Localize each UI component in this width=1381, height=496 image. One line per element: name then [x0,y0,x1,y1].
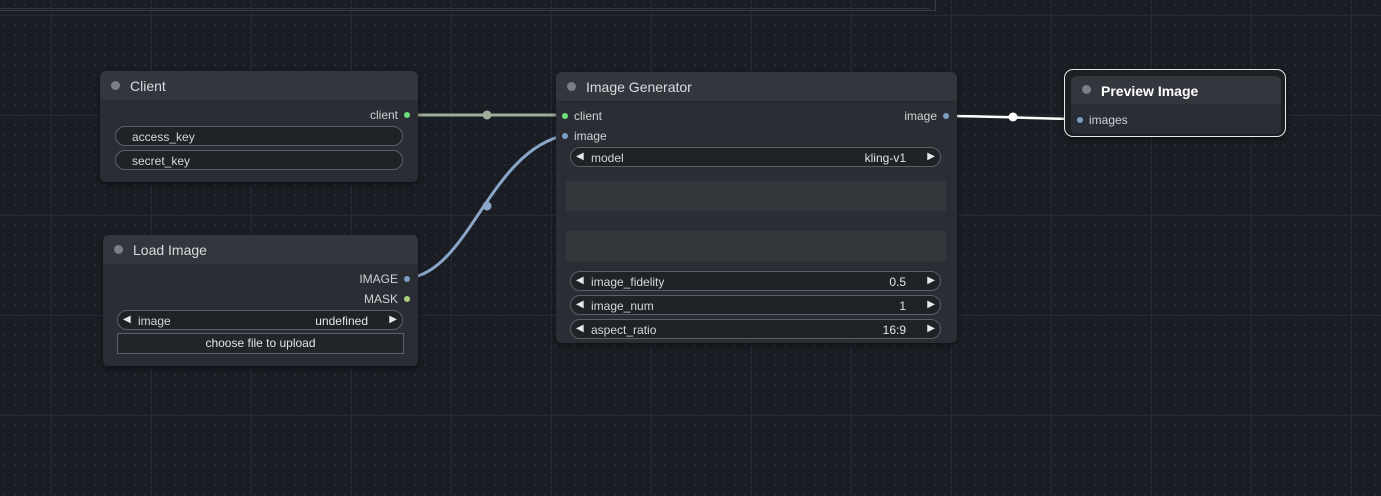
slot-dot-icon[interactable] [1077,117,1083,123]
access-key-field[interactable]: access_key [115,126,403,146]
image-generator-node[interactable]: Image Generator client image image ◀ mod… [556,72,957,343]
slot-label: client [369,108,398,122]
input-slot-image[interactable]: image [562,129,607,143]
node-title-text: Image Generator [586,79,692,95]
widget-value: kling-v1 [864,151,906,165]
collapse-dot-icon[interactable] [567,82,576,91]
slot-label: image [904,109,937,123]
preview-node-body: Preview Image images [1071,76,1281,134]
client-node-title[interactable]: Client [100,71,418,101]
arrow-right-icon[interactable]: ▶ [927,275,935,286]
widget-value: undefined [315,314,368,328]
link-image-midpoint[interactable] [482,201,492,211]
widget-label: aspect_ratio [591,323,657,337]
output-slot-client[interactable]: client [370,108,410,122]
image-num-stepper[interactable]: ◀ image_num 1 ▶ [570,295,941,315]
widget-label: image_fidelity [591,275,665,289]
collapse-dot-icon[interactable] [111,81,120,90]
arrow-right-icon[interactable]: ▶ [927,299,935,310]
slot-dot-icon[interactable] [562,113,568,119]
input-slot-client[interactable]: client [562,109,602,123]
widget-label: image [138,314,171,328]
widget-value: 1 [899,299,906,313]
widget-label: model [591,151,624,165]
output-slot-mask[interactable]: MASK [364,292,410,306]
choose-file-button[interactable]: choose file to upload [117,333,404,354]
empty-widget-area-2[interactable] [566,231,946,261]
slot-dot-icon[interactable] [562,133,568,139]
aspect-ratio-combo[interactable]: ◀ aspect_ratio 16:9 ▶ [570,319,941,339]
slot-dot-icon[interactable] [404,276,410,282]
arrow-left-icon[interactable]: ◀ [576,299,584,310]
load-image-node[interactable]: Load Image IMAGE MASK ◀ image undefined … [103,235,418,366]
model-combo[interactable]: ◀ model kling-v1 ▶ [570,147,941,167]
slot-dot-icon[interactable] [943,113,949,119]
image-combo[interactable]: ◀ image undefined ▶ [117,310,403,330]
image-generator-node-title[interactable]: Image Generator [556,72,957,102]
node-title-text: Load Image [133,242,207,258]
empty-widget-area-1[interactable] [566,181,946,211]
widget-label: image_num [591,299,654,313]
node-title-text: Preview Image [1101,83,1199,99]
node-title-text: Client [130,78,166,94]
arrow-right-icon[interactable]: ▶ [389,314,397,325]
slot-dot-icon[interactable] [404,296,410,302]
image-fidelity-slider[interactable]: ◀ image_fidelity 0.5 ▶ [570,271,941,291]
arrow-left-icon[interactable]: ◀ [576,275,584,286]
slot-label: IMAGE [359,272,398,286]
slot-dot-icon[interactable] [404,112,410,118]
preview-image-node-title[interactable]: Preview Image [1071,76,1281,105]
output-slot-image[interactable]: IMAGE [359,272,410,286]
link-client-midpoint[interactable] [482,110,492,120]
arrow-left-icon[interactable]: ◀ [576,151,584,162]
collapse-dot-icon[interactable] [114,245,123,254]
input-slot-images[interactable]: images [1077,113,1128,127]
slot-label: client [574,109,603,123]
widget-label: access_key [132,130,195,144]
client-node[interactable]: Client client access_key secret_key [100,71,418,182]
slot-label: image [574,129,607,143]
arrow-right-icon[interactable]: ▶ [927,323,935,334]
arrow-left-icon[interactable]: ◀ [576,323,584,334]
output-slot-image[interactable]: image [904,109,949,123]
slot-label: images [1089,113,1128,127]
widget-value: 0.5 [889,275,906,289]
widget-value: 16:9 [882,323,906,337]
collapse-dot-icon[interactable] [1082,85,1091,94]
widget-label: secret_key [132,154,191,168]
load-image-node-title[interactable]: Load Image [103,235,418,265]
secret-key-field[interactable]: secret_key [115,150,403,170]
slot-label: MASK [363,292,398,306]
link-preview-midpoint[interactable] [1008,112,1018,122]
arrow-left-icon[interactable]: ◀ [123,314,131,325]
arrow-right-icon[interactable]: ▶ [927,151,935,162]
preview-image-node[interactable]: Preview Image images [1064,69,1286,137]
